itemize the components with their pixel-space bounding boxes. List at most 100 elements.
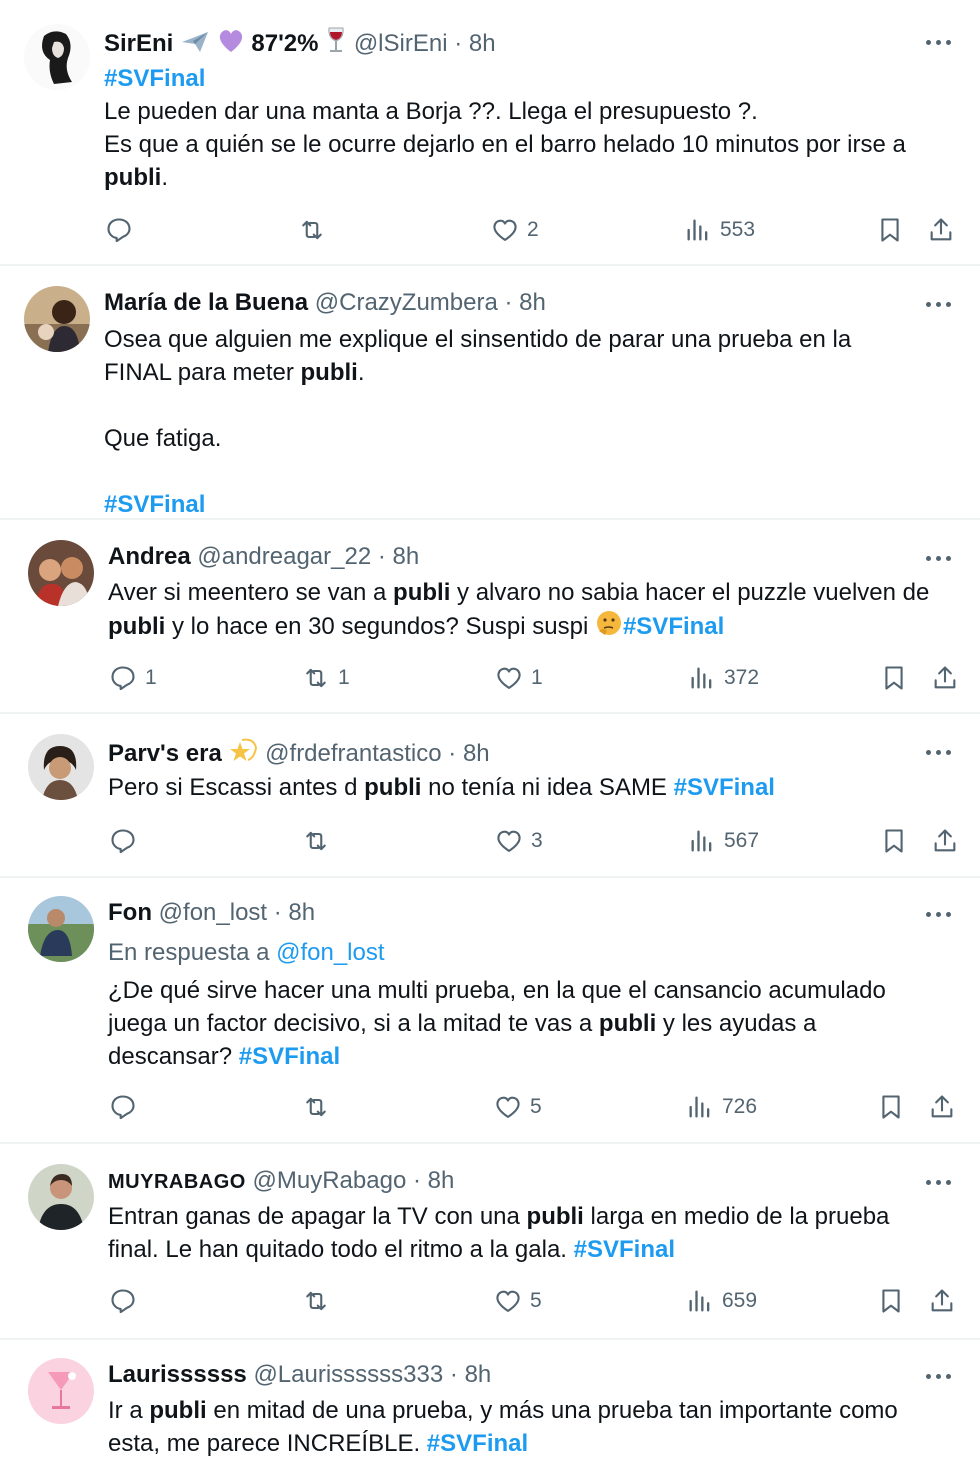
views-button[interactable]: 659 bbox=[686, 1284, 757, 1318]
bookmark-button[interactable] bbox=[880, 661, 908, 695]
tweet[interactable]: Laurissssss @Laurissssss333 · 8h Ir a pu… bbox=[0, 1340, 980, 1476]
text-segment: . bbox=[357, 359, 365, 386]
view-count: 726 bbox=[722, 1095, 758, 1118]
tweet-header: Fon @fon_lost · 8h bbox=[108, 899, 316, 926]
share-icon bbox=[934, 666, 956, 689]
avatar[interactable] bbox=[24, 24, 90, 90]
text-segment: no tenía ni idea SAME bbox=[421, 774, 674, 801]
more-icon[interactable] bbox=[926, 910, 954, 918]
avatar[interactable] bbox=[24, 286, 90, 352]
tweet[interactable]: SirEni 87'2% @lSirEni · 8h #SVFinal Le p… bbox=[0, 0, 980, 266]
avatar[interactable] bbox=[28, 734, 94, 800]
handle[interactable]: @CrazyZumbera bbox=[315, 289, 498, 316]
tweet[interactable]: Fon @fon_lost · 8h En respuesta a @fon_l… bbox=[0, 878, 980, 1144]
like-button[interactable]: 1 bbox=[495, 661, 543, 695]
share-button[interactable] bbox=[931, 661, 959, 695]
retweet-icon bbox=[306, 1097, 326, 1117]
timestamp[interactable]: 8h bbox=[428, 1167, 455, 1194]
share-button[interactable] bbox=[928, 1090, 956, 1124]
display-name[interactable]: Parv's era bbox=[108, 740, 222, 767]
bookmark-button[interactable] bbox=[876, 213, 904, 247]
tweet[interactable]: Parv's era @frdefrantastico · 8h Pero si… bbox=[0, 714, 980, 878]
reply-button[interactable] bbox=[109, 824, 145, 858]
bookmark-icon bbox=[882, 1095, 900, 1119]
more-icon[interactable] bbox=[926, 300, 954, 308]
tweet[interactable]: María de la Buena @CrazyZumbera · 8h Ose… bbox=[0, 266, 980, 520]
hashtag[interactable]: #SVFinal bbox=[427, 1430, 528, 1457]
reply-button[interactable] bbox=[105, 213, 141, 247]
display-name[interactable]: María de la Buena bbox=[104, 289, 308, 316]
reply-button[interactable]: 1 bbox=[109, 661, 157, 695]
display-name[interactable]: SirEni bbox=[104, 30, 173, 57]
handle[interactable]: @Laurissssss333 bbox=[253, 1361, 443, 1388]
reply-icon bbox=[111, 1095, 135, 1120]
retweet-button[interactable] bbox=[302, 1284, 338, 1318]
avatar[interactable] bbox=[28, 1358, 94, 1424]
views-button[interactable]: 567 bbox=[688, 824, 759, 858]
display-name[interactable]: Andrea bbox=[108, 543, 191, 570]
share-button[interactable] bbox=[931, 824, 959, 858]
tweet[interactable]: MUYRABAGO @MuyRabago · 8h Entran ganas d… bbox=[0, 1144, 980, 1340]
hashtag[interactable]: #SVFinal bbox=[104, 491, 205, 518]
timestamp[interactable]: 8h bbox=[469, 30, 496, 57]
reply-button[interactable] bbox=[109, 1284, 145, 1318]
more-icon[interactable] bbox=[926, 1178, 954, 1186]
hashtag[interactable]: #SVFinal bbox=[574, 1236, 675, 1263]
retweet-button[interactable]: 1 bbox=[302, 661, 350, 695]
like-button[interactable]: 3 bbox=[495, 824, 543, 858]
like-icon bbox=[497, 830, 521, 852]
display-name[interactable]: Laurissssss bbox=[108, 1361, 247, 1388]
timestamp[interactable]: 8h bbox=[393, 543, 420, 570]
more-icon[interactable] bbox=[926, 554, 954, 562]
bookmark-button[interactable] bbox=[880, 824, 908, 858]
text-segment: en mitad de una prueba, y más una prueba… bbox=[206, 1397, 898, 1424]
mention-link[interactable]: @fon_lost bbox=[276, 939, 384, 966]
retweet-button[interactable] bbox=[298, 213, 334, 247]
views-button[interactable]: 726 bbox=[686, 1090, 757, 1124]
like-button[interactable]: 2 bbox=[491, 213, 539, 247]
text-line: Que fatiga. bbox=[104, 425, 222, 452]
handle[interactable]: @frdefrantastico bbox=[265, 740, 441, 767]
timestamp[interactable]: 8h bbox=[519, 289, 546, 316]
views-button[interactable]: 372 bbox=[688, 661, 759, 695]
tweet-text: Entran ganas de apagar la TV con una pub… bbox=[108, 1200, 958, 1266]
text-segment: final. Le han quitado todo el ritmo a la… bbox=[108, 1236, 574, 1263]
avatar[interactable] bbox=[28, 540, 94, 606]
share-button[interactable] bbox=[927, 213, 955, 247]
display-name[interactable]: Fon bbox=[108, 899, 152, 926]
more-icon[interactable] bbox=[926, 38, 954, 46]
tweet[interactable]: Andrea @andreagar_22 · 8h Aver si meente… bbox=[0, 520, 980, 714]
like-button[interactable]: 5 bbox=[494, 1284, 542, 1318]
timestamp[interactable]: 8h bbox=[288, 899, 315, 926]
timestamp[interactable]: 8h bbox=[465, 1361, 492, 1388]
like-button[interactable]: 5 bbox=[494, 1090, 542, 1124]
timestamp[interactable]: 8h bbox=[463, 740, 490, 767]
more-icon[interactable] bbox=[926, 1372, 954, 1380]
share-button[interactable] bbox=[928, 1284, 956, 1318]
handle[interactable]: @lSirEni bbox=[354, 30, 448, 57]
handle[interactable]: @MuyRabago bbox=[253, 1167, 407, 1194]
views-button[interactable]: 553 bbox=[684, 213, 755, 247]
hashtag[interactable]: #SVFinal bbox=[623, 613, 724, 640]
bookmark-button[interactable] bbox=[877, 1284, 905, 1318]
hashtag[interactable]: #SVFinal bbox=[104, 65, 205, 92]
display-name[interactable]: MUYRABAGO bbox=[108, 1171, 246, 1193]
hashtag[interactable]: #SVFinal bbox=[674, 774, 775, 801]
avatar[interactable] bbox=[28, 1164, 94, 1230]
handle[interactable]: @fon_lost bbox=[159, 899, 267, 926]
reply-count: 1 bbox=[145, 666, 157, 689]
hashtag[interactable]: #SVFinal bbox=[239, 1043, 340, 1070]
tweet-text: Aver si meentero se van a publi y alvaro… bbox=[108, 576, 958, 646]
bookmark-button[interactable] bbox=[877, 1090, 905, 1124]
handle[interactable]: @andreagar_22 bbox=[197, 543, 371, 570]
share-icon bbox=[931, 1289, 953, 1312]
action-bar: 2 553 bbox=[0, 213, 980, 247]
text-segment: Ir a bbox=[108, 1397, 150, 1424]
reply-button[interactable] bbox=[109, 1090, 145, 1124]
retweet-button[interactable] bbox=[302, 1090, 338, 1124]
retweet-button[interactable] bbox=[302, 824, 338, 858]
avatar[interactable] bbox=[28, 896, 94, 962]
bold-keyword: publi bbox=[364, 774, 422, 801]
more-icon[interactable] bbox=[926, 748, 954, 756]
bold-keyword: publi bbox=[104, 164, 162, 191]
